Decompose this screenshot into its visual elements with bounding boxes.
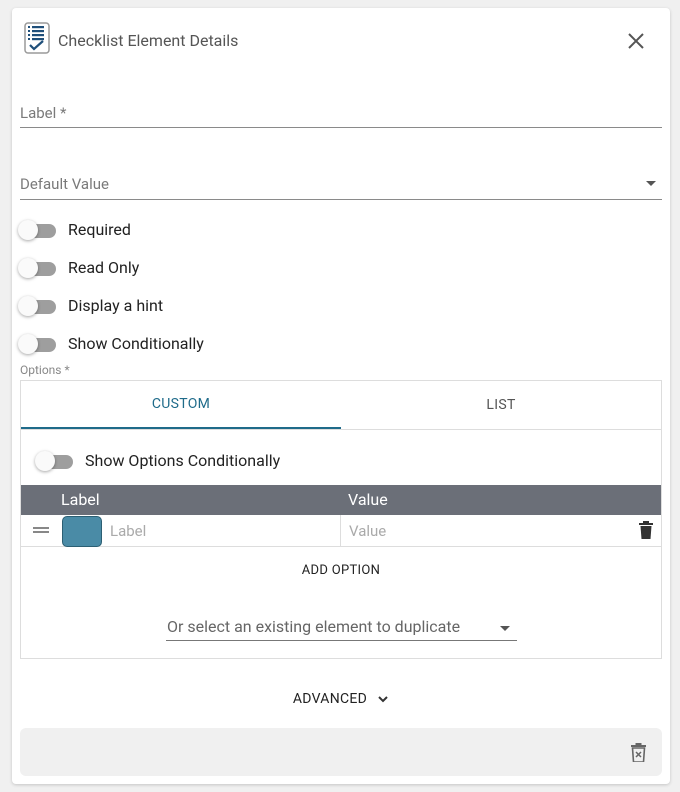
default-value-select[interactable]: Default Value: [20, 171, 662, 200]
close-button[interactable]: [626, 31, 646, 51]
chevron-down-icon: [646, 181, 656, 186]
toggle-label: Read Only: [68, 258, 140, 277]
toggle-read-only[interactable]: Read Only: [18, 257, 140, 278]
column-header-label: Label: [61, 490, 100, 509]
trash-icon[interactable]: [639, 521, 653, 539]
show-options-conditionally-switch[interactable]: [35, 450, 73, 471]
cell-divider: [340, 515, 341, 547]
checklist-element-dialog: Checklist Element Details Label * Defaul…: [12, 8, 670, 784]
color-swatch-button[interactable]: [62, 516, 102, 547]
duplicate-element-select[interactable]: Or select an existing element to duplica…: [166, 614, 517, 641]
options-table-header: Label Value: [21, 485, 661, 515]
toggle-show-options-conditionally[interactable]: Show Options Conditionally: [35, 450, 281, 471]
read-only-switch[interactable]: [18, 257, 56, 278]
label-field-placeholder: Label *: [20, 104, 67, 122]
chevron-down-icon: [378, 696, 388, 703]
toggle-label: Show Conditionally: [68, 334, 204, 353]
option-label-input[interactable]: Label: [110, 522, 146, 540]
display-hint-switch[interactable]: [18, 295, 56, 316]
toggle-label: Show Options Conditionally: [85, 451, 281, 470]
delete-option-button[interactable]: [639, 521, 653, 543]
toggle-show-conditionally[interactable]: Show Conditionally: [18, 333, 204, 354]
options-panel: CUSTOM LIST Show Options Conditionally L…: [20, 380, 662, 659]
options-tabs: CUSTOM LIST: [21, 381, 661, 430]
toggle-label: Required: [68, 220, 131, 239]
add-option-button[interactable]: ADD OPTION: [21, 563, 661, 578]
table-row: Label Value: [21, 515, 661, 547]
show-conditionally-switch[interactable]: [18, 333, 56, 354]
dialog-header: Checklist Element Details: [24, 22, 238, 58]
toggle-display-hint[interactable]: Display a hint: [18, 295, 164, 316]
default-value-placeholder: Default Value: [20, 175, 109, 193]
duplicate-select-placeholder: Or select an existing element to duplica…: [167, 617, 461, 636]
option-value-input[interactable]: Value: [349, 522, 386, 540]
advanced-toggle-button[interactable]: ADVANCED: [12, 691, 670, 707]
advanced-label: ADVANCED: [292, 691, 368, 707]
chevron-down-icon: [500, 626, 510, 631]
required-switch[interactable]: [18, 219, 56, 240]
close-icon[interactable]: [626, 31, 646, 51]
dialog-footer: [20, 728, 662, 776]
tab-custom[interactable]: CUSTOM: [21, 381, 341, 429]
delete-element-button[interactable]: [631, 743, 646, 766]
toggle-required[interactable]: Required: [18, 219, 131, 240]
dialog-title: Checklist Element Details: [58, 30, 239, 50]
toggle-label: Display a hint: [68, 296, 164, 315]
trash-outline-icon[interactable]: [631, 743, 646, 763]
checklist-icon: [24, 22, 50, 58]
tab-list[interactable]: LIST: [341, 381, 661, 429]
options-section-label: Options *: [20, 363, 70, 377]
drag-handle-icon[interactable]: [33, 527, 49, 533]
label-field[interactable]: Label *: [20, 100, 662, 128]
column-header-value: Value: [348, 490, 388, 509]
